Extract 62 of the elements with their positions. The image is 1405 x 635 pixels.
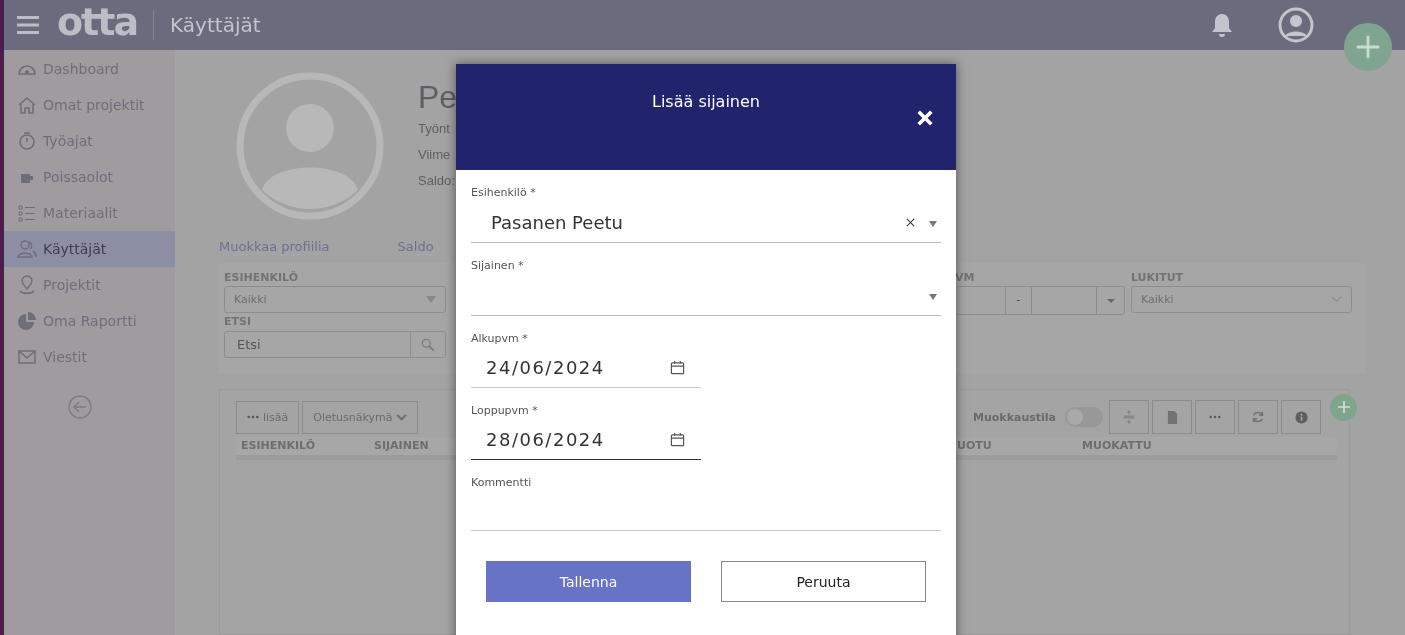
- house-icon: [17, 95, 37, 115]
- user-icon[interactable]: [1278, 7, 1314, 43]
- chevron-down-icon: [1331, 296, 1342, 303]
- calendar-icon[interactable]: [670, 360, 685, 375]
- profile-detail: Saldo:: [418, 172, 456, 190]
- pdf-button[interactable]: [1152, 400, 1192, 434]
- field-label: Sijainen *: [471, 259, 525, 274]
- field-label: Alkupvm *: [471, 332, 529, 347]
- column-header[interactable]: MUOKATTU: [1082, 437, 1337, 455]
- sidebar-item[interactable]: Käyttäjät: [4, 231, 175, 267]
- dots-icon: [247, 415, 259, 419]
- view-dropdown[interactable]: Oletusnäkymä: [302, 400, 419, 434]
- bell-icon[interactable]: [1210, 12, 1234, 38]
- cancel-button[interactable]: Peruuta: [721, 561, 926, 602]
- tab[interactable]: Muokkaa profiilia: [219, 239, 330, 263]
- users-icon: [17, 239, 37, 259]
- search-field[interactable]: Etsi: [224, 331, 410, 358]
- edit-mode-label: Muokkaustila: [973, 410, 1056, 424]
- refresh-icon: [1251, 410, 1265, 424]
- clear-icon[interactable]: [906, 217, 915, 227]
- column-header[interactable]: ESIHENKILÖ: [241, 437, 374, 455]
- tab[interactable]: Saldo: [397, 239, 434, 263]
- row-height-button[interactable]: [1109, 400, 1149, 434]
- field-label: Kommentti: [471, 476, 533, 491]
- close-icon: [916, 109, 934, 127]
- date-field[interactable]: 28/06/2024: [471, 420, 701, 460]
- field-label: Esihenkilö *: [471, 186, 537, 201]
- column-header[interactable]: UOTU: [957, 437, 1082, 455]
- field-label: Loppupvm *: [471, 404, 539, 419]
- chevron-down-icon: [396, 413, 408, 421]
- plus-icon: [1354, 33, 1382, 61]
- location-pin-icon: [17, 275, 37, 295]
- more-button[interactable]: lisää: [236, 400, 300, 434]
- stopwatch-icon: [17, 131, 37, 151]
- info-button[interactable]: [1281, 400, 1321, 434]
- add-button[interactable]: [1330, 393, 1357, 421]
- pie-chart-icon: [17, 311, 37, 331]
- profile-detail: Työnt: [418, 120, 451, 138]
- document-icon: [1166, 410, 1178, 424]
- dots-icon: [1209, 415, 1221, 419]
- page-title: Käyttäjät: [170, 13, 261, 37]
- more-options-button[interactable]: [1195, 400, 1235, 434]
- search-button[interactable]: [410, 331, 446, 358]
- date-field[interactable]: 24/06/2024: [471, 348, 701, 388]
- logo[interactable]: otta: [57, 3, 138, 41]
- info-icon: [1294, 410, 1308, 424]
- profile-detail: Viime: [418, 146, 452, 164]
- calendar-icon[interactable]: [670, 432, 685, 447]
- refresh-button[interactable]: [1238, 400, 1278, 434]
- envelope-icon: [17, 347, 37, 367]
- menu-icon[interactable]: [17, 15, 39, 35]
- sidebar-label: Käyttäjät: [43, 241, 107, 257]
- plus-icon: [1335, 399, 1352, 415]
- select-field[interactable]: Pasanen Peetu: [471, 202, 941, 243]
- close-button[interactable]: [915, 108, 935, 128]
- row-height-icon: [1122, 410, 1136, 424]
- checklist-icon: [17, 203, 37, 223]
- save-button[interactable]: Tallenna: [486, 561, 691, 602]
- dialog-title: Lisää sijainen: [652, 92, 760, 112]
- search-icon: [421, 337, 435, 352]
- profile-name: Pe: [418, 78, 458, 116]
- add-button[interactable]: [1344, 23, 1392, 71]
